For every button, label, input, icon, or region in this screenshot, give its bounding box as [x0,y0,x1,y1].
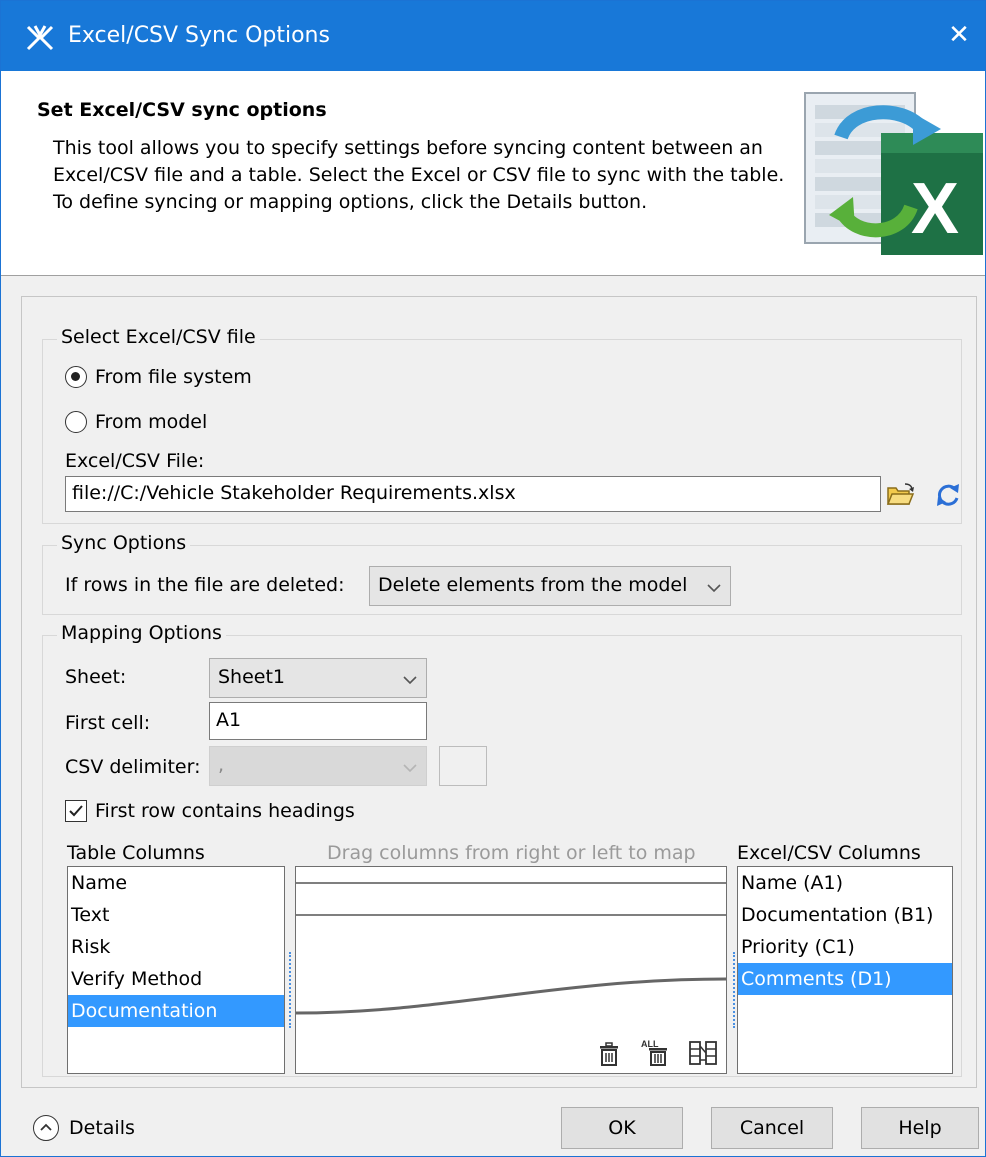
help-button[interactable]: Help [861,1107,979,1149]
close-button[interactable]: ✕ [941,17,977,53]
details-toggle[interactable]: Details [33,1115,135,1141]
options-panel: Select Excel/CSV file From file system F… [21,296,977,1088]
rows-deleted-dropdown[interactable]: Delete elements from the model [369,566,731,606]
header-panel: Set Excel/CSV sync options This tool all… [1,71,985,276]
chevron-down-icon [403,676,417,685]
list-item-selected[interactable]: Comments (D1) [738,963,952,995]
first-cell-label: First cell: [65,712,151,734]
checkmark-icon [69,805,83,817]
list-item[interactable]: Name (A1) [738,867,952,899]
auto-map-icon[interactable] [688,1039,718,1067]
drag-handle-right[interactable] [733,952,735,1028]
list-item[interactable]: Priority (C1) [738,931,952,963]
first-row-headings-label: First row contains headings [95,800,355,822]
sync-options-group: Sync Options If rows in the file are del… [42,532,962,615]
excel-columns-list[interactable]: Name (A1) Documentation (B1) Priority (C… [737,866,953,1074]
radio-from-file-system[interactable]: From file system [65,366,252,388]
drag-hint: Drag columns from right or left to map [327,842,696,864]
close-icon: ✕ [948,20,970,50]
refresh-icon[interactable] [933,480,963,510]
first-cell-input[interactable]: A1 [209,702,427,740]
list-item[interactable]: Text [68,899,284,931]
sheet-label: Sheet: [65,666,127,688]
sheet-value: Sheet1 [218,666,286,688]
excel-sync-icon: X [804,92,983,255]
sheet-dropdown[interactable]: Sheet1 [209,658,427,698]
list-item[interactable]: Risk [68,931,284,963]
list-item[interactable]: Name [68,867,284,899]
drag-handle-left[interactable] [289,952,291,1028]
chevron-down-icon [403,764,417,773]
first-row-headings-checkbox[interactable]: First row contains headings [65,800,355,822]
open-folder-icon[interactable] [885,480,915,510]
mapping-options-legend: Mapping Options [57,622,226,644]
ok-button[interactable]: OK [561,1107,683,1149]
table-columns-list[interactable]: Name Text Risk Verify Method Documentati… [67,866,285,1074]
svg-text:X: X [911,169,959,249]
title-bar[interactable]: Excel/CSV Sync Options ✕ [1,1,985,71]
sync-options-legend: Sync Options [57,532,191,554]
delete-mapping-icon[interactable] [596,1041,622,1067]
mapping-options-group: Mapping Options Sheet: Sheet1 First cell… [42,622,962,1077]
radio-button-unchecked[interactable] [65,411,87,433]
dialog-window: Excel/CSV Sync Options ✕ Set Excel/CSV s… [0,0,986,1157]
window-title: Excel/CSV Sync Options [68,23,330,48]
list-item[interactable]: Verify Method [68,963,284,995]
mapping-area[interactable]: ALL [295,866,727,1074]
rows-deleted-label: If rows in the file are deleted: [65,574,345,596]
csv-delimiter-label: CSV delimiter: [65,756,201,778]
file-path-input[interactable]: file://C:/Vehicle Stakeholder Requiremen… [65,476,881,512]
delete-all-mappings-icon[interactable]: ALL [640,1037,670,1067]
radio-from-model[interactable]: From model [65,411,207,433]
list-item[interactable]: Documentation (B1) [738,899,952,931]
svg-text:ALL: ALL [641,1039,659,1049]
checkbox-checked[interactable] [65,800,87,822]
rows-deleted-value: Delete elements from the model [378,574,688,596]
excel-columns-label: Excel/CSV Columns [737,842,921,864]
csv-delimiter-value: , [218,754,225,776]
list-item-selected[interactable]: Documentation [68,995,284,1027]
header-description: This tool allows you to specify settings… [53,137,785,213]
chevron-up-icon[interactable] [33,1115,59,1141]
header-title: Set Excel/CSV sync options [37,99,327,121]
select-file-legend: Select Excel/CSV file [57,326,260,348]
custom-delimiter-input[interactable] [439,746,487,786]
table-columns-label: Table Columns [67,842,205,864]
radio-button-checked[interactable] [65,366,87,388]
details-label: Details [69,1117,135,1139]
mapping-line-documentation [296,977,726,1015]
csv-delimiter-dropdown[interactable]: , [209,746,427,786]
chevron-down-icon [707,584,721,593]
app-logo-icon [26,25,54,51]
radio-from-file-system-label: From file system [95,366,252,388]
radio-from-model-label: From model [95,411,208,433]
cancel-button[interactable]: Cancel [711,1107,833,1149]
file-label: Excel/CSV File: [65,450,205,472]
select-file-group: Select Excel/CSV file From file system F… [42,326,963,524]
